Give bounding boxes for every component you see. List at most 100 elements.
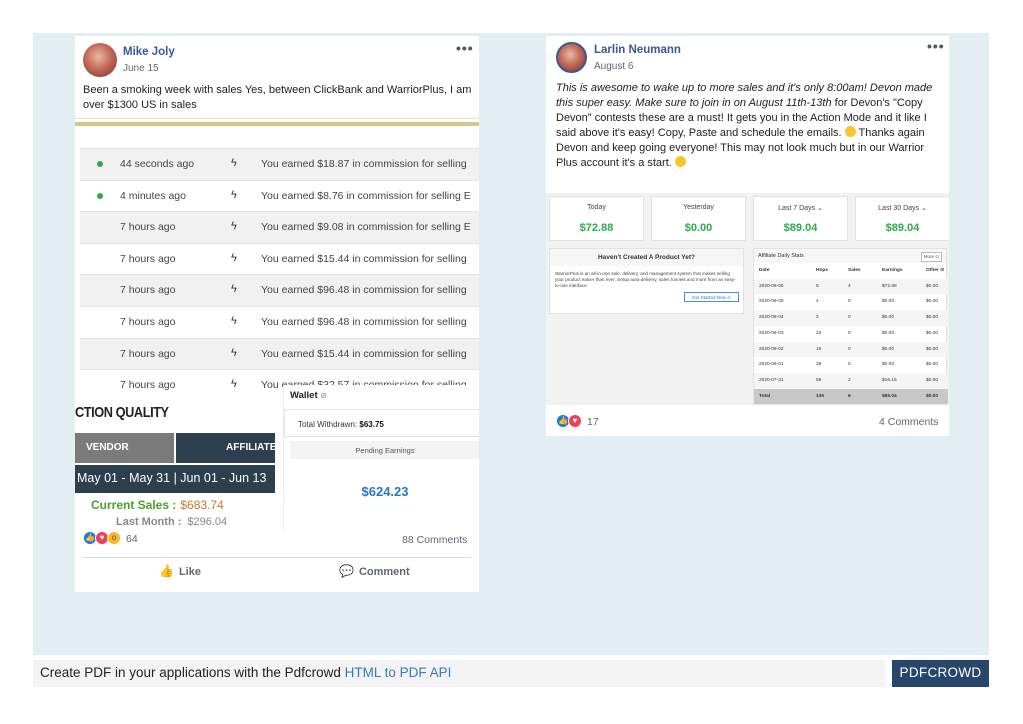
table-cell: Hops bbox=[816, 268, 828, 273]
stat-card[interactable]: Last 30 Days ⌄ $89.04 bbox=[855, 196, 949, 241]
lightning-bolt-icon: ϟ bbox=[231, 378, 237, 391]
author-name[interactable]: Mike Joly bbox=[123, 46, 175, 58]
table-cell: 2020-08-01 bbox=[759, 362, 784, 368]
commission-row: 7 hours ago ϟ You earned $96.48 in commiss… bbox=[80, 274, 479, 306]
commission-time: 7 hours ago bbox=[120, 347, 176, 360]
commission-row: 7 hours ago ϟ You earned $15.44 in commiss… bbox=[80, 242, 479, 275]
date-range: May 01 - May 31 | Jun 01 - Jun 13 bbox=[75, 465, 275, 493]
affiliate-daily-stats: Affiliate Daily Stats More ⊙ Date Hops Sale… bbox=[753, 248, 948, 405]
total-withdrawn-value: $63.75 bbox=[359, 420, 384, 429]
action-quality-panel: CTION QUALITY VENDOR AFFILIATE May 01 - … bbox=[75, 391, 276, 528]
author-name[interactable]: Larlin Neumann bbox=[594, 44, 681, 56]
table-row: 2020-08-06 5 4 $72.88 $0.00 bbox=[754, 278, 948, 295]
last-month-value: $296.04 bbox=[187, 516, 228, 528]
more-button[interactable]: More ⊙ bbox=[920, 252, 942, 262]
table-cell: 0 bbox=[848, 330, 851, 336]
stat-label: Last 7 Days ⌄ bbox=[778, 205, 823, 212]
last-month: Last Month : $296.04 bbox=[116, 516, 227, 528]
post-mike-joly: Mike Joly June 15 ••• Been a smoking wee… bbox=[75, 36, 479, 592]
divider bbox=[83, 557, 471, 558]
table-cell: $0.00 bbox=[882, 346, 895, 352]
table-cell: 29 bbox=[816, 362, 822, 368]
stat-card[interactable]: Yesterday $0.00 bbox=[651, 196, 746, 241]
tab-vendor[interactable]: VENDOR bbox=[75, 433, 174, 463]
card-heading: Haven't Created A Product Yet? bbox=[550, 249, 743, 266]
love-reaction-icon: ♥ bbox=[568, 414, 582, 428]
table-cell: $89.04 bbox=[882, 393, 897, 399]
comment-label: Comment bbox=[358, 566, 410, 578]
total-withdrawn: Total Withdrawn: $63.75 bbox=[284, 409, 479, 437]
table-cell: $0.00 bbox=[926, 315, 939, 321]
commission-time: 7 hours ago bbox=[120, 379, 176, 392]
pdfcrowd-button[interactable]: PDFCROWD bbox=[892, 660, 989, 687]
lightning-bolt-icon: ϟ bbox=[231, 188, 237, 201]
thumbs-up-icon: 👍 bbox=[159, 564, 174, 578]
table-cell: 0 bbox=[848, 346, 851, 352]
divider bbox=[75, 118, 479, 119]
avatar[interactable] bbox=[83, 43, 117, 77]
comment-button[interactable]: 💬 Comment bbox=[339, 564, 410, 586]
table-cell: $0.00 bbox=[926, 346, 939, 352]
speech-bubble-icon: 💬 bbox=[339, 564, 354, 578]
table-cell: $0.00 bbox=[926, 299, 939, 305]
table-cell: 0 bbox=[848, 362, 851, 368]
table-cell: 0 bbox=[848, 315, 851, 321]
post-text: Been a smoking week with sales Yes, betw… bbox=[83, 84, 472, 111]
table-cell: Date bbox=[759, 268, 770, 273]
table-cell: 4 bbox=[848, 283, 851, 289]
stat-label: Yesterday bbox=[683, 204, 714, 211]
table-cell: Sales bbox=[848, 268, 861, 273]
stat-card[interactable]: Today $72.88 bbox=[549, 196, 644, 241]
avatar[interactable] bbox=[556, 42, 587, 73]
commission-feed: 44 seconds ago ϟ You earned $18.87 in comm… bbox=[80, 148, 479, 401]
commission-time: 7 hours ago bbox=[120, 315, 176, 328]
wow-reaction-icon: o bbox=[107, 531, 121, 545]
commission-message: You earned $96.48 in commission for sell… bbox=[261, 315, 467, 328]
more-options-icon[interactable]: ••• bbox=[927, 38, 945, 54]
stat-card[interactable]: Last 7 Days ⌄ $89.04 bbox=[753, 196, 848, 241]
html-to-pdf-link[interactable]: HTML to PDF API bbox=[345, 665, 452, 680]
table-title: Affiliate Daily Stats More ⊙ bbox=[754, 249, 946, 263]
table-total-row: Total 135 6 $89.04 $0.00 bbox=[754, 388, 948, 405]
info-icon[interactable]: ⊘ bbox=[320, 391, 327, 400]
commission-time: 44 seconds ago bbox=[120, 158, 195, 170]
table-cell: 2020-07-31 bbox=[759, 377, 784, 383]
lightning-bolt-icon: ϟ bbox=[231, 346, 237, 359]
current-sales: Current Sales : $683.74 bbox=[91, 498, 224, 512]
table-cell: 2 bbox=[816, 315, 819, 321]
table-cell: $0.00 bbox=[926, 362, 939, 368]
table-header: Date Hops Sales Earnings Other ⊙ bbox=[754, 263, 948, 279]
get-started-button[interactable]: Get Started Now ⊙ bbox=[684, 292, 739, 302]
like-button[interactable]: 👍 Like bbox=[159, 564, 201, 586]
table-cell: 0 bbox=[848, 299, 851, 305]
table-cell: 2 bbox=[848, 377, 851, 383]
comment-count[interactable]: 88 Comments bbox=[402, 534, 467, 546]
commission-message: You earned $96.48 in commission for sell… bbox=[261, 284, 467, 297]
comment-count[interactable]: 4 Comments bbox=[879, 416, 939, 428]
post-date[interactable]: June 15 bbox=[123, 63, 159, 74]
post-text: This is awesome to wake up to more sales… bbox=[556, 81, 944, 171]
wallet-title-text: Wallet bbox=[290, 390, 318, 401]
table-cell: 2020-08-04 bbox=[759, 315, 784, 321]
table-cell: $0.00 bbox=[926, 377, 939, 383]
tab-affiliate[interactable]: AFFILIATE bbox=[176, 433, 276, 463]
reaction-count: 64 bbox=[126, 533, 138, 545]
status-dot-icon bbox=[97, 192, 103, 199]
commission-row: 7 hours ago ϟ You earned $96.48 in commiss… bbox=[80, 305, 479, 338]
table-cell: Other ⊙ bbox=[926, 268, 945, 273]
current-sales-value: $683.74 bbox=[180, 498, 224, 512]
table-cell: 56 bbox=[816, 377, 822, 383]
post-date[interactable]: August 6 bbox=[594, 61, 633, 72]
panel-title: CTION QUALITY bbox=[75, 404, 169, 421]
table-cell: Total bbox=[759, 393, 771, 399]
table-cell: $0.00 bbox=[882, 362, 895, 368]
last-month-label: Last Month : bbox=[116, 516, 182, 528]
commission-message: You earned $8.76 in commission for selli… bbox=[261, 189, 471, 202]
table-cell: 6 bbox=[848, 393, 851, 399]
commission-message: You earned $15.44 in commission for sell… bbox=[261, 252, 467, 265]
more-options-icon[interactable]: ••• bbox=[456, 40, 474, 56]
card-text: WarriorPlus is an all-in-one sale, deliv… bbox=[555, 271, 736, 288]
lightning-bolt-icon: ϟ bbox=[231, 314, 237, 327]
table-cell: 4 bbox=[816, 299, 819, 305]
table-cell: 2020-08-05 bbox=[759, 299, 784, 305]
